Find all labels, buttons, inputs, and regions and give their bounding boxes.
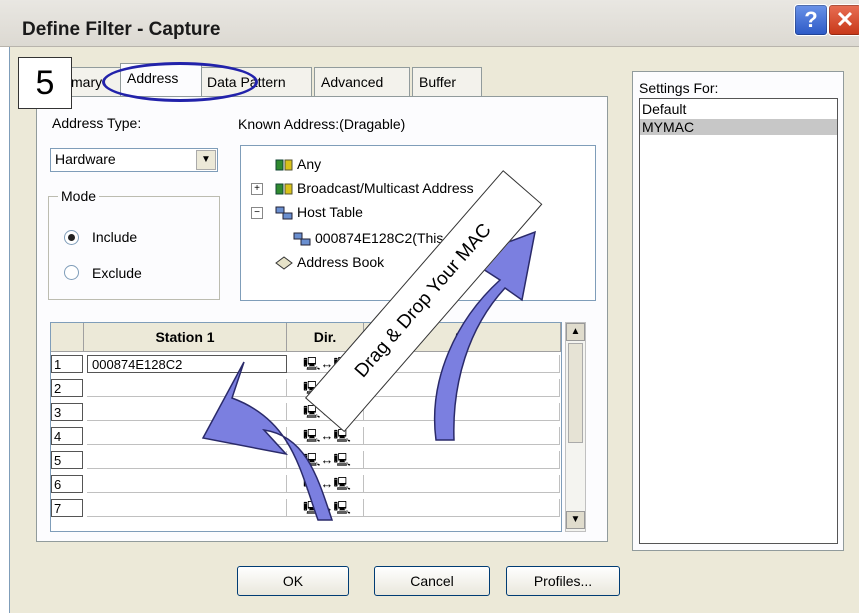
expand-icon[interactable]: + [251,183,263,196]
grid-cell-station1[interactable] [87,379,287,397]
network-icon [275,159,293,171]
known-address-label: Known Address:(Dragable) [238,116,406,132]
grid-cell-station1[interactable]: 000874E128C2 [87,355,287,373]
exclude-radio[interactable] [64,265,79,280]
grid-cell-station2[interactable] [364,499,560,517]
tree-item-host-table[interactable]: − Host Table [251,204,363,220]
window-title: Define Filter - Capture [22,19,221,40]
station-grid: Station 1 Dir. St 1000874E128C2🖳↔🖳2🖳↔🖳3🖳… [50,322,562,532]
settings-item-default[interactable]: Default [642,101,686,117]
address-type-dropdown[interactable]: Hardware ▼ [50,148,218,172]
grid-cell-station2[interactable] [364,451,560,469]
tree-item-any-label: Any [297,156,322,172]
highlight-ellipse [102,62,258,102]
tree-item-host-table-label: Host Table [297,204,363,220]
tab-buffer[interactable]: Buffer [412,67,482,96]
grid-cell-station2[interactable] [364,475,560,493]
collapse-icon[interactable]: − [251,207,263,220]
address-book-icon [275,256,293,270]
grid-scrollbar[interactable]: ▲ ▼ [565,322,586,532]
tab-advanced-label: Advanced [321,74,384,90]
title-bar: Define Filter - Capture ? ✕ [0,0,859,47]
direction-icon[interactable]: 🖳↔🖳 [287,475,364,493]
settings-item-mymac[interactable]: MYMAC [640,119,837,135]
mode-group [48,196,220,300]
ok-button[interactable]: OK [237,566,349,596]
mode-title: Mode [58,188,100,204]
grid-row-number: 3 [51,403,83,421]
step-number-badge: 5 [18,57,72,109]
grid-row-number: 1 [51,355,83,373]
host-table-icon [275,206,293,220]
tree-item-broadcast-label: Broadcast/Multicast Address [297,180,474,196]
tree-item-address-book[interactable]: Address Book [275,254,384,270]
grid-cell-station2[interactable] [364,403,560,421]
include-label[interactable]: Include [92,229,137,245]
scroll-down-icon[interactable]: ▼ [566,511,585,529]
help-button[interactable]: ? [794,4,828,36]
grid-cell-station2[interactable] [364,427,560,445]
grid-row-number: 5 [51,451,83,469]
grid-row-number: 2 [51,379,83,397]
direction-icon[interactable]: 🖳↔🖳 [287,427,364,445]
host-table-icon [293,232,311,246]
grid-header-corner [51,323,84,352]
include-radio[interactable] [64,230,79,245]
tab-buffer-label: Buffer [419,74,457,90]
direction-icon[interactable]: 🖳↔🖳 [287,451,364,469]
scroll-thumb[interactable] [568,343,583,443]
direction-icon[interactable]: 🖳↔🖳 [287,499,364,517]
grid-cell-station1[interactable] [87,427,287,445]
grid-cell-station1[interactable] [87,499,287,517]
grid-cell-station1[interactable] [87,451,287,469]
grid-row-number: 6 [51,475,83,493]
address-type-label: Address Type: [52,115,142,131]
address-type-value: Hardware [55,151,116,167]
tree-item-any[interactable]: Any [275,156,321,172]
tab-summary-label: mary [71,74,103,90]
profiles-button[interactable]: Profiles... [506,566,620,596]
cancel-button[interactable]: Cancel [374,566,490,596]
settings-for-label: Settings For: [639,80,719,96]
grid-row-number: 7 [51,499,83,517]
grid-header-station1[interactable]: Station 1 [84,323,287,352]
grid-cell-station1[interactable] [87,475,287,493]
exclude-label[interactable]: Exclude [92,265,142,281]
grid-row-number: 4 [51,427,83,445]
close-button[interactable]: ✕ [828,4,859,36]
tab-advanced[interactable]: Advanced [314,67,410,96]
scroll-up-icon[interactable]: ▲ [566,323,585,341]
grid-cell-station2[interactable] [364,379,560,397]
tree-item-broadcast[interactable]: + Broadcast/Multicast Address [251,180,474,196]
chevron-down-icon[interactable]: ▼ [196,150,216,170]
settings-for-list[interactable]: Default MYMAC [639,98,838,544]
network-icon [275,183,293,195]
tree-item-address-book-label: Address Book [297,254,385,270]
grid-cell-station1[interactable] [87,403,287,421]
